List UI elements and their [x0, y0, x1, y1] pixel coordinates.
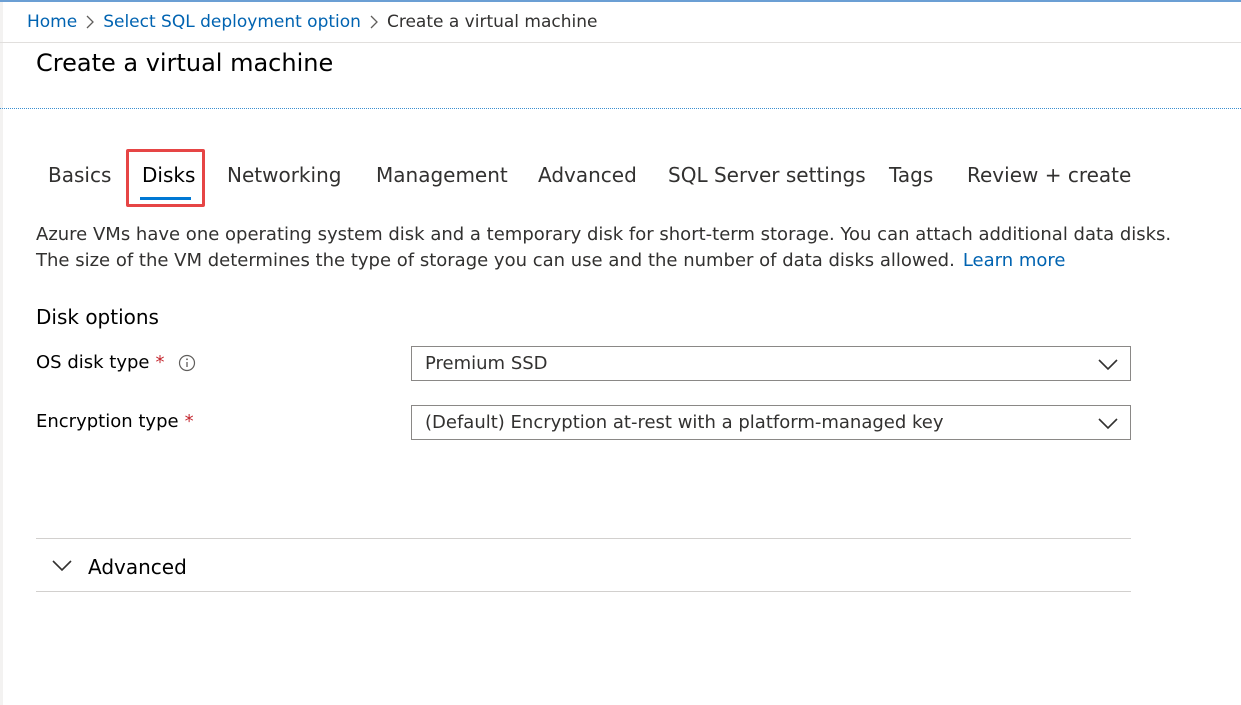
- breadcrumb-current: Create a virtual machine: [386, 12, 598, 32]
- encryption-type-label-text: Encryption type: [36, 411, 179, 432]
- description-line-1: Azure VMs have one operating system disk…: [36, 224, 1172, 245]
- tab-management[interactable]: Management: [376, 163, 508, 187]
- advanced-section-label: Advanced: [88, 555, 187, 579]
- os-disk-type-value: Premium SSD: [425, 353, 548, 374]
- breadcrumb-divider: [0, 42, 1241, 43]
- required-marker: *: [155, 352, 165, 373]
- disk-options-heading: Disk options: [36, 305, 159, 329]
- breadcrumb: Home Select SQL deployment option Create…: [27, 9, 597, 35]
- description-line-2: The size of the VM determines the type o…: [36, 248, 1176, 274]
- tab-sql-server-settings[interactable]: SQL Server settings: [668, 163, 866, 187]
- tab-networking[interactable]: Networking: [227, 163, 341, 187]
- tab-description: Azure VMs have one operating system disk…: [36, 222, 1176, 274]
- encryption-type-label: Encryption type *: [36, 411, 194, 432]
- chevron-down-icon: [1098, 418, 1118, 430]
- learn-more-link[interactable]: Learn more: [963, 250, 1066, 271]
- encryption-type-value: (Default) Encryption at-rest with a plat…: [425, 412, 944, 433]
- left-edge: [0, 0, 3, 705]
- breadcrumb-select-sql-deployment[interactable]: Select SQL deployment option: [103, 12, 361, 32]
- tab-basics[interactable]: Basics: [48, 163, 111, 187]
- os-disk-type-label: OS disk type *: [36, 352, 196, 373]
- chevron-right-icon: [361, 12, 387, 32]
- top-accent-bar: [0, 0, 1241, 2]
- tab-advanced[interactable]: Advanced: [538, 163, 637, 187]
- page-title: Create a virtual machine: [36, 49, 334, 77]
- required-marker: *: [184, 411, 194, 432]
- encryption-type-select[interactable]: (Default) Encryption at-rest with a plat…: [411, 405, 1131, 440]
- advanced-section-toggle[interactable]: Advanced: [36, 539, 1131, 591]
- chevron-right-icon: [77, 12, 103, 32]
- advanced-section-bottom-divider: [36, 591, 1131, 592]
- breadcrumb-home[interactable]: Home: [27, 12, 77, 32]
- description-line-2-text: The size of the VM determines the type o…: [36, 250, 955, 271]
- tab-review-create[interactable]: Review + create: [967, 163, 1131, 187]
- chevron-down-icon: [1098, 359, 1118, 371]
- info-icon[interactable]: [178, 354, 196, 372]
- os-disk-type-label-text: OS disk type: [36, 352, 150, 373]
- os-disk-type-select[interactable]: Premium SSD: [411, 346, 1131, 381]
- header-divider: [0, 108, 1241, 109]
- highlight-annotation: [126, 149, 205, 207]
- chevron-down-icon: [52, 560, 72, 572]
- tab-tags[interactable]: Tags: [889, 163, 933, 187]
